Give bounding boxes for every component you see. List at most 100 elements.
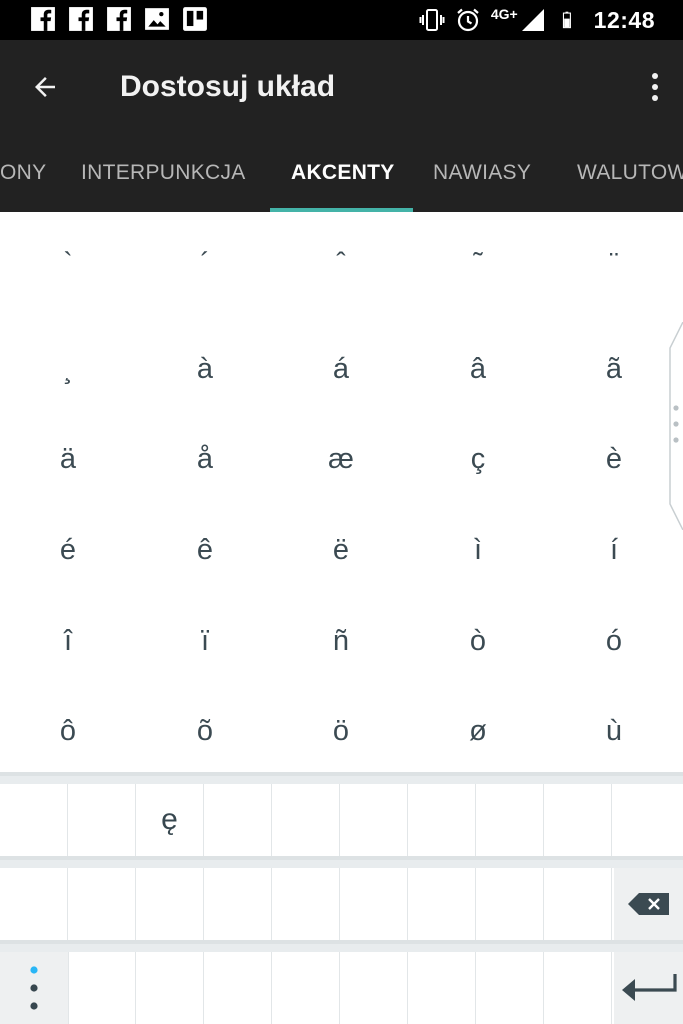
accent-key[interactable]: ç — [410, 414, 546, 504]
key[interactable] — [476, 784, 544, 856]
side-drag-handle[interactable] — [667, 322, 683, 530]
arrow-back-icon — [35, 77, 55, 97]
accent-key[interactable]: ê — [137, 505, 273, 595]
network-type: 4G+ — [490, 6, 518, 22]
accent-key[interactable]: ¸ — [0, 324, 136, 414]
more-vert-icon — [652, 73, 658, 79]
key[interactable] — [272, 868, 340, 940]
keyboard-divider — [0, 940, 683, 944]
more-vert-dot — [652, 95, 658, 101]
key[interactable] — [68, 952, 136, 1024]
accent-key[interactable]: ` — [0, 218, 136, 308]
accent-key[interactable]: â — [410, 324, 546, 414]
signal-icon — [521, 9, 544, 31]
accent-key[interactable]: ì — [410, 505, 546, 595]
key[interactable] — [408, 952, 476, 1024]
accent-key[interactable]: ˆ — [273, 218, 409, 308]
keyboard-top-divider — [0, 772, 683, 776]
tab-nawiasy[interactable]: NAWIASY — [433, 134, 531, 212]
accent-key[interactable]: ä — [0, 414, 136, 504]
backspace-button[interactable] — [614, 868, 683, 940]
alarm-icon — [457, 8, 479, 32]
backspace-icon — [627, 893, 669, 915]
accent-key[interactable]: ö — [273, 686, 409, 776]
key[interactable] — [136, 868, 204, 940]
accent-key[interactable]: ò — [410, 596, 546, 686]
keyboard-row-2 — [0, 868, 683, 940]
key[interactable] — [272, 784, 340, 856]
key[interactable] — [68, 784, 136, 856]
key-e-ogonek[interactable]: ę — [136, 784, 204, 856]
tab-akcenty[interactable]: AKCENTY — [291, 134, 395, 212]
status-bar: 4G+ 12:48 — [0, 0, 683, 40]
key[interactable] — [68, 868, 136, 940]
accent-key[interactable]: æ — [273, 414, 409, 504]
keyboard: ę — [0, 772, 683, 1024]
more-options-button[interactable] — [645, 64, 665, 110]
app-bar: Dostosuj układ — [0, 40, 683, 134]
enter-button[interactable] — [614, 952, 683, 1024]
key[interactable] — [544, 868, 612, 940]
tab-walutowe[interactable]: WALUTOW — [577, 134, 683, 212]
facebook-icon — [31, 7, 55, 31]
accent-key[interactable]: ë — [273, 505, 409, 595]
system-status: 4G+ 12:48 — [419, 0, 683, 40]
accent-key[interactable]: ï — [137, 596, 273, 686]
accent-key[interactable]: õ — [137, 686, 273, 776]
key[interactable] — [476, 868, 544, 940]
accent-key[interactable]: é — [0, 505, 136, 595]
key[interactable] — [544, 952, 612, 1024]
image-icon — [145, 8, 169, 30]
accent-key[interactable]: ¨ — [546, 218, 682, 308]
accent-key[interactable]: à — [137, 324, 273, 414]
facebook-icon — [107, 7, 131, 31]
key[interactable] — [340, 784, 408, 856]
keyboard-divider — [0, 856, 683, 860]
accent-key[interactable]: ´ — [137, 218, 273, 308]
trello-icon — [183, 7, 207, 31]
key[interactable] — [204, 868, 272, 940]
accent-key[interactable]: ô — [0, 686, 136, 776]
enter-icon — [621, 974, 677, 1001]
keyboard-row-1: ę — [0, 784, 683, 856]
key[interactable] — [408, 868, 476, 940]
more-vert-dot — [652, 84, 658, 90]
accent-key[interactable]: á — [273, 324, 409, 414]
tab-ony[interactable]: ONY — [0, 134, 46, 212]
key[interactable] — [408, 784, 476, 856]
accent-key[interactable]: ó — [546, 596, 682, 686]
back-button[interactable] — [22, 64, 68, 110]
key[interactable] — [136, 952, 204, 1024]
accent-key[interactable]: ˜ — [410, 218, 546, 308]
tab-interpunkcja[interactable]: INTERPUNKCJA — [81, 134, 246, 212]
key[interactable] — [0, 784, 68, 856]
key[interactable] — [544, 784, 612, 856]
facebook-icon — [69, 7, 93, 31]
accent-key[interactable]: ù — [546, 686, 682, 776]
keyboard-row-3 — [0, 952, 683, 1024]
accent-key[interactable]: è — [546, 414, 682, 504]
accent-key[interactable]: å — [137, 414, 273, 504]
battery-icon — [562, 11, 571, 29]
keyboard-menu-button[interactable] — [0, 952, 68, 1024]
accent-key[interactable]: ø — [410, 686, 546, 776]
accent-key[interactable]: ñ — [273, 596, 409, 686]
key[interactable] — [340, 868, 408, 940]
accent-key[interactable]: ã — [546, 324, 682, 414]
accent-grid: ` ´ ˆ ˜ ¨ ¸ à á â ã ä å æ ç è é ê ë ì í … — [0, 212, 683, 772]
key[interactable] — [0, 868, 68, 940]
notification-icons — [30, 6, 208, 32]
category-tabs: ONY INTERPUNKCJA AKCENTY NAWIASY WALUTOW — [0, 134, 683, 212]
menu-dots-icon — [30, 966, 38, 1010]
key[interactable] — [272, 952, 340, 1024]
accent-key[interactable]: î — [0, 596, 136, 686]
page-title: Dostosuj układ — [120, 70, 336, 103]
accent-key[interactable]: í — [546, 505, 682, 595]
key[interactable] — [612, 784, 683, 856]
clock: 12:48 — [593, 6, 655, 33]
vibrate-icon — [419, 9, 445, 31]
key[interactable] — [476, 952, 544, 1024]
key[interactable] — [204, 952, 272, 1024]
key[interactable] — [204, 784, 272, 856]
key[interactable] — [340, 952, 408, 1024]
